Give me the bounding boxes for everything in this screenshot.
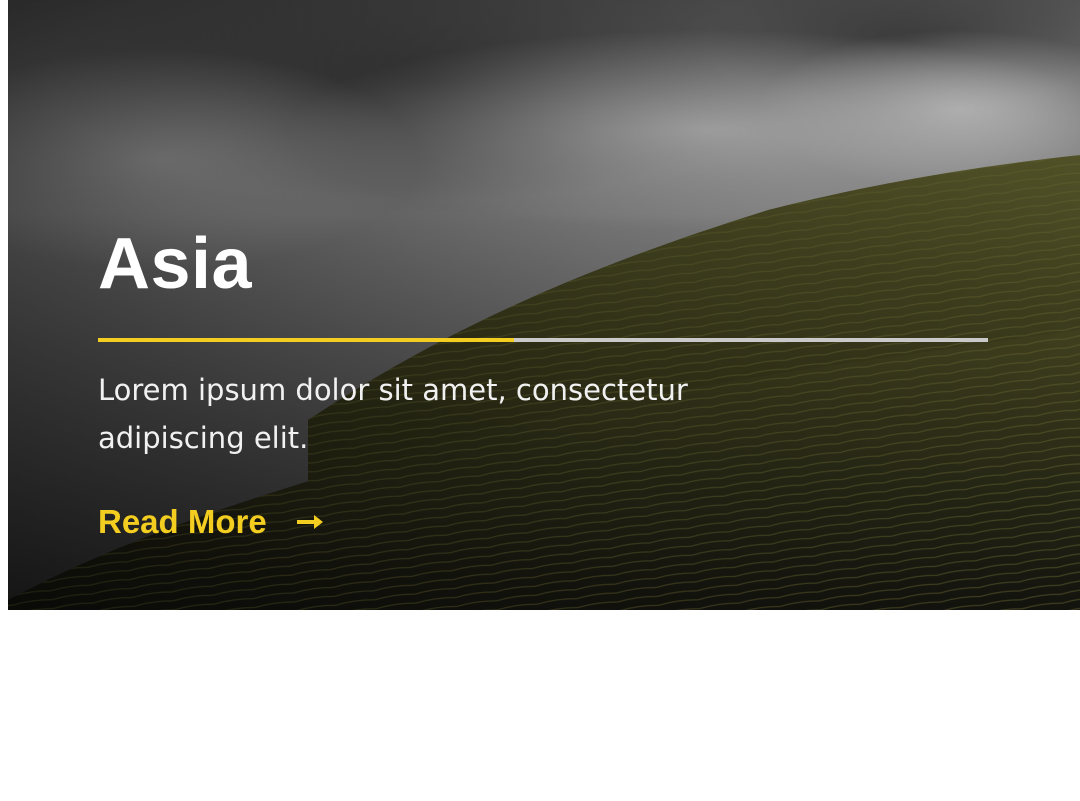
hero-title: Asia	[98, 224, 253, 304]
progress-fill	[98, 338, 514, 342]
read-more-link[interactable]: Read More	[98, 500, 323, 544]
arrow-right-icon	[296, 515, 323, 529]
read-more-label: Read More	[98, 503, 267, 540]
hero-content: Asia Lorem ipsum dolor sit amet, consect…	[98, 0, 998, 610]
hero-banner: Asia Lorem ipsum dolor sit amet, consect…	[8, 0, 1080, 610]
progress-track	[98, 338, 988, 342]
hero-description: Lorem ipsum dolor sit amet, consectetur …	[98, 373, 688, 455]
